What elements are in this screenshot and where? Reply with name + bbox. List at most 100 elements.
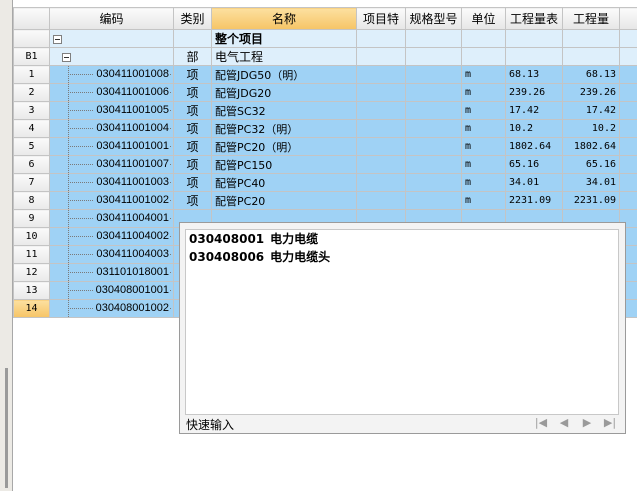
table-row[interactable]: 5 030411001001 项配管PC20（明） m 1802.64 1802.64 — [13, 137, 637, 156]
cell-unit[interactable]: m — [461, 191, 506, 210]
cell-code[interactable]: 030411001004 — [49, 119, 174, 138]
cell-type[interactable]: 项 — [173, 119, 212, 138]
row-number[interactable]: 7 — [13, 173, 50, 192]
row-number[interactable]: 8 — [13, 191, 50, 210]
row-number[interactable]: 14 — [13, 299, 50, 318]
first-icon[interactable]: |◀ — [534, 415, 548, 431]
row-number[interactable]: 1 — [13, 65, 50, 84]
row-number[interactable]: 6 — [13, 155, 50, 174]
cell-type[interactable]: 项 — [173, 173, 212, 192]
col-header-qty-expr[interactable]: 工程量表 — [505, 7, 563, 30]
row-number[interactable]: 11 — [13, 245, 50, 264]
cell-qty-expr[interactable]: 2231.09 — [505, 191, 563, 210]
cell-code[interactable]: 030411001003 — [49, 173, 174, 192]
col-header-spec[interactable]: 规格型号 — [405, 7, 462, 30]
row-number[interactable]: 12 — [13, 263, 50, 282]
cell-type[interactable]: 项 — [173, 101, 212, 120]
cell-unit[interactable]: m — [461, 155, 506, 174]
cell-spec[interactable] — [405, 155, 462, 174]
cell-extra[interactable] — [619, 119, 637, 138]
cell-type[interactable]: 项 — [173, 137, 212, 156]
cell-name[interactable]: 配管PC20 — [211, 191, 357, 210]
cell-feature[interactable] — [356, 191, 406, 210]
col-header-unit[interactable]: 单位 — [461, 7, 506, 30]
cell-spec[interactable] — [405, 101, 462, 120]
cell-qty[interactable]: 17.42 — [562, 101, 620, 120]
cell-qty[interactable]: 10.2 — [562, 119, 620, 138]
cell-qty-expr[interactable]: 68.13 — [505, 65, 563, 84]
section-type[interactable]: 部 — [173, 47, 212, 66]
cell-feature[interactable] — [356, 83, 406, 102]
cell-name[interactable]: 配管PC20（明） — [211, 137, 357, 156]
col-header-code[interactable]: 编码 — [49, 7, 174, 30]
table-row[interactable]: 4 030411001004 项配管PC32（明） m 10.2 10.2 — [13, 119, 637, 138]
last-icon[interactable]: ▶| — [603, 415, 617, 431]
table-row[interactable]: 6 030411001007 项配管PC150 m 65.16 65.16 — [13, 155, 637, 174]
cell-qty-expr[interactable]: 10.2 — [505, 119, 563, 138]
row-header[interactable] — [13, 29, 50, 48]
cell-code[interactable]: 030411001007 — [49, 155, 174, 174]
col-header-name[interactable]: 名称 — [211, 7, 357, 30]
cell-spec[interactable] — [405, 119, 462, 138]
table-row[interactable]: 2 030411001006 项配管JDG20 m 239.26 239.26 — [13, 83, 637, 102]
table-row[interactable]: 3 030411001005 项配管SC32 m 17.42 17.42 — [13, 101, 637, 120]
cell-code[interactable]: 030408001001 — [49, 281, 174, 300]
cell-code[interactable]: 030411001002 — [49, 191, 174, 210]
cell-code[interactable]: 030411004002 — [49, 227, 174, 246]
cell-feature[interactable] — [356, 173, 406, 192]
col-header-feature[interactable]: 项目特 — [356, 7, 406, 30]
cell-unit[interactable]: m — [461, 101, 506, 120]
cell-unit[interactable]: m — [461, 173, 506, 192]
table-row[interactable]: 7 030411001003 项配管PC40 m 34.01 34.01 — [13, 173, 637, 192]
cell-code[interactable]: 031101018001 — [49, 263, 174, 282]
collapse-toggle-icon[interactable] — [53, 34, 62, 44]
cell-type[interactable]: 项 — [173, 191, 212, 210]
cell-code[interactable]: 030411001008 — [49, 65, 174, 84]
cell-extra[interactable] — [619, 65, 637, 84]
cell-code[interactable]: 030411004001 — [49, 209, 174, 228]
cell-qty[interactable]: 68.13 — [562, 65, 620, 84]
row-number[interactable]: 5 — [13, 137, 50, 156]
cell-qty-expr[interactable]: 65.16 — [505, 155, 563, 174]
table-row[interactable]: 1 030411001008 项配管JDG50（明） m 68.13 68.13 — [13, 65, 637, 84]
cell-spec[interactable] — [405, 83, 462, 102]
cell-unit[interactable]: m — [461, 119, 506, 138]
col-header-extra[interactable] — [619, 7, 637, 30]
cell-extra[interactable] — [619, 191, 637, 210]
cell-name[interactable]: 配管PC40 — [211, 173, 357, 192]
cell-spec[interactable] — [405, 137, 462, 156]
cell-qty[interactable]: 65.16 — [562, 155, 620, 174]
cell-qty-expr[interactable]: 17.42 — [505, 101, 563, 120]
cell-extra[interactable] — [619, 155, 637, 174]
row-number[interactable]: 10 — [13, 227, 50, 246]
cell-qty-expr[interactable]: 239.26 — [505, 83, 563, 102]
cell-spec[interactable] — [405, 191, 462, 210]
cell-name[interactable]: 配管SC32 — [211, 101, 357, 120]
cell-unit[interactable]: m — [461, 65, 506, 84]
next-icon[interactable]: ▶ — [580, 415, 594, 431]
cell-code[interactable]: 030411004003 — [49, 245, 174, 264]
quick-input-item[interactable]: 030408006 电力电缆头 — [186, 248, 618, 266]
col-header-type[interactable]: 类别 — [173, 7, 212, 30]
cell-extra[interactable] — [619, 83, 637, 102]
cell-type[interactable]: 项 — [173, 155, 212, 174]
table-row[interactable]: 8 030411001002 项配管PC20 m 2231.09 2231.09 — [13, 191, 637, 210]
cell-qty[interactable]: 1802.64 — [562, 137, 620, 156]
cell-spec[interactable] — [405, 65, 462, 84]
section-row[interactable]: B1 部 电气工程 — [13, 47, 637, 66]
cell-extra[interactable] — [619, 173, 637, 192]
corner-header[interactable] — [13, 7, 50, 30]
row-number[interactable]: 13 — [13, 281, 50, 300]
col-header-qty[interactable]: 工程量 — [562, 7, 620, 30]
cell-feature[interactable] — [356, 119, 406, 138]
cell-name[interactable]: 配管PC32（明） — [211, 119, 357, 138]
row-number[interactable]: 9 — [13, 209, 50, 228]
row-number[interactable]: 2 — [13, 83, 50, 102]
row-number[interactable]: 4 — [13, 119, 50, 138]
cell-code[interactable]: 030411001001 — [49, 137, 174, 156]
row-header[interactable]: B1 — [13, 47, 50, 66]
cell-name[interactable]: 配管JDG50（明） — [211, 65, 357, 84]
cell-type[interactable]: 项 — [173, 65, 212, 84]
cell-code[interactable]: 030411001006 — [49, 83, 174, 102]
cell-unit[interactable]: m — [461, 137, 506, 156]
